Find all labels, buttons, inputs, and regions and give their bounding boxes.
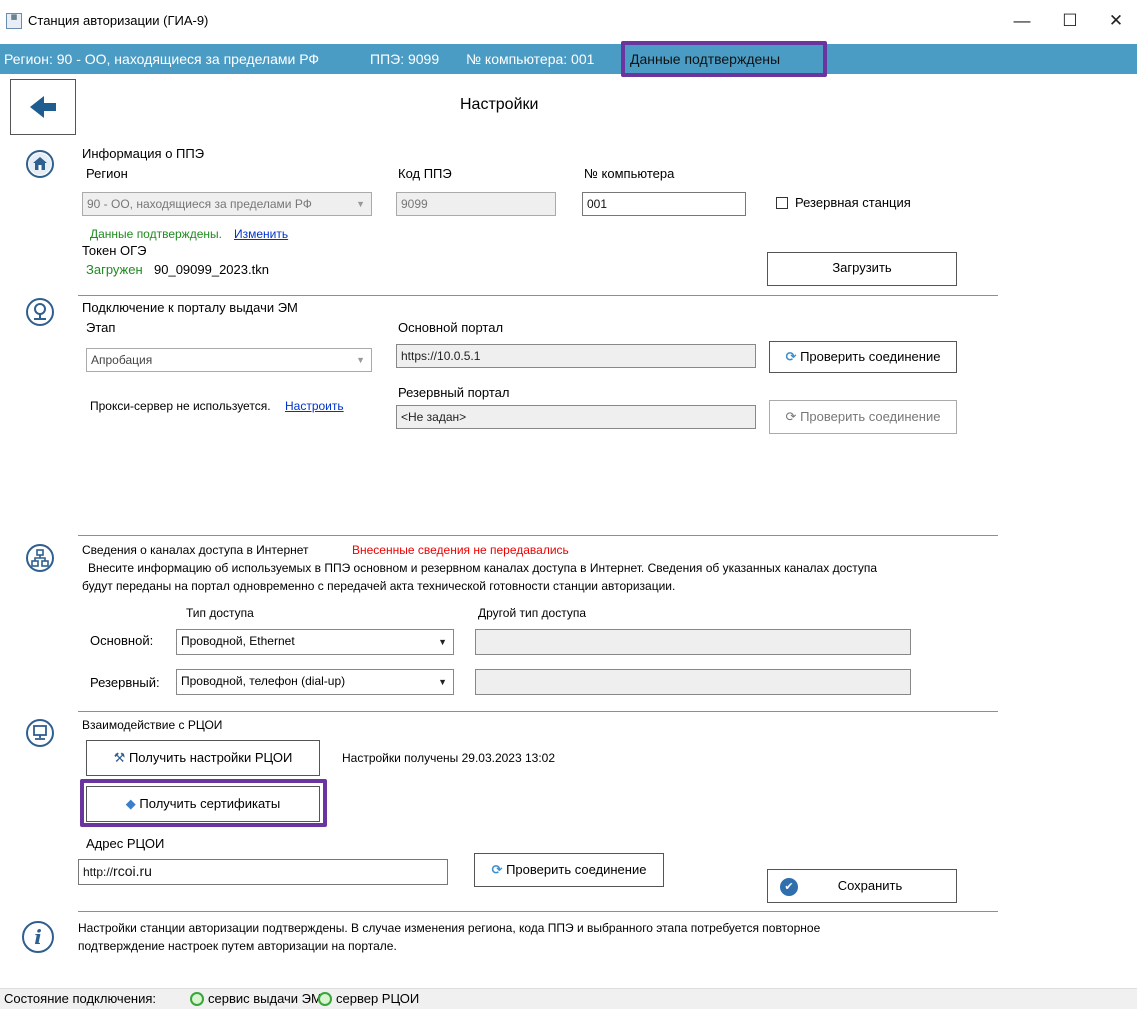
region-label: Регион bbox=[86, 166, 128, 181]
network-globe-icon bbox=[26, 298, 54, 326]
reserve-other-type-field[interactable] bbox=[475, 669, 911, 695]
main-access-type-select[interactable]: Проводной, Ethernet ▼ bbox=[176, 629, 454, 655]
checkmark-icon: ✔ bbox=[780, 878, 798, 896]
status-bar: Состояние подключения: сервис выдачи ЭМ … bbox=[0, 988, 1137, 1009]
page-title: Настройки bbox=[460, 96, 539, 113]
service-status-text: сервис выдачи ЭМ bbox=[208, 991, 322, 1006]
service-status-indicator bbox=[190, 992, 204, 1006]
change-link[interactable]: Изменить bbox=[234, 226, 288, 242]
back-button[interactable] bbox=[10, 79, 76, 135]
portal-heading: Подключение к порталу выдачи ЭМ bbox=[82, 300, 298, 315]
highlight-status bbox=[621, 41, 827, 77]
maximize-button[interactable]: ☐ bbox=[1050, 8, 1090, 34]
rcoi-address-label: Адрес РЦОИ bbox=[86, 836, 165, 851]
main-channel-label: Основной: bbox=[90, 633, 154, 648]
refresh-icon: ⟳ bbox=[785, 409, 797, 424]
network-structure-icon bbox=[26, 544, 54, 572]
main-other-type-field[interactable] bbox=[475, 629, 911, 655]
get-rcoi-settings-button[interactable]: ⚒ Получить настройки РЦОИ bbox=[86, 740, 320, 776]
minimize-button[interactable]: — bbox=[1002, 8, 1042, 34]
settings-received-text: Настройки получены 29.03.2023 13:02 bbox=[342, 751, 556, 765]
refresh-icon: ⟳ bbox=[491, 862, 503, 877]
load-token-button[interactable]: Загрузить bbox=[767, 252, 957, 286]
ppe-code-field[interactable]: 9099 bbox=[396, 192, 556, 216]
region-select[interactable]: 90 - ОО, находящиеся за пределами РФ ▼ bbox=[82, 192, 372, 216]
not-sent-warning: Внесенные сведения не передавались bbox=[352, 543, 569, 557]
token-label: Токен ОГЭ bbox=[82, 243, 147, 258]
server-status-text: сервер РЦОИ bbox=[336, 991, 420, 1006]
channels-heading: Сведения о каналах доступа в Интернет bbox=[82, 543, 309, 557]
stage-label: Этап bbox=[86, 320, 116, 335]
data-confirmed-text: Данные подтверждены. bbox=[90, 227, 222, 241]
channels-description-line1: Внесите информацию об используемых в ППЭ… bbox=[88, 561, 878, 575]
chevron-down-icon: ▼ bbox=[356, 355, 365, 365]
server-status-indicator bbox=[318, 992, 332, 1006]
reserve-portal-label: Резервный портал bbox=[398, 385, 510, 400]
title-bar: ▦ Станция авторизации (ГИА-9) — ☐ ✕ bbox=[0, 0, 1137, 44]
info-icon: i bbox=[22, 921, 54, 953]
separator bbox=[78, 295, 998, 296]
check-rcoi-connection-button[interactable]: ⟳ Проверить соединение bbox=[474, 853, 664, 887]
computer-icon bbox=[26, 719, 54, 747]
rcoi-address-field[interactable]: http://rcoi.ru bbox=[78, 859, 448, 885]
token-file: 90_09099_2023.tkn bbox=[154, 262, 269, 277]
chevron-down-icon: ▼ bbox=[356, 199, 365, 209]
stage-select[interactable]: Апробация ▼ bbox=[86, 348, 372, 372]
connection-status-label: Состояние подключения: bbox=[4, 991, 157, 1006]
ppe-info-heading: Информация о ППЭ bbox=[82, 146, 205, 161]
info-region: Регион: 90 - ОО, находящиеся за пределам… bbox=[4, 51, 320, 67]
chevron-down-icon: ▼ bbox=[438, 677, 447, 687]
reserve-station-label: Резервная станция bbox=[795, 195, 911, 210]
tools-icon: ⚒ bbox=[113, 750, 126, 765]
computer-number-field[interactable]: 001 bbox=[582, 192, 746, 216]
refresh-icon: ⟳ bbox=[785, 349, 797, 364]
check-reserve-portal-button[interactable]: ⟳ Проверить соединение bbox=[769, 400, 957, 434]
ppe-code-label: Код ППЭ bbox=[398, 166, 452, 181]
main-portal-field[interactable]: https://10.0.5.1 bbox=[396, 344, 756, 368]
access-type-header: Тип доступа bbox=[186, 606, 254, 620]
check-main-portal-button[interactable]: ⟳ Проверить соединение bbox=[769, 341, 957, 373]
proxy-settings-link[interactable]: Настроить bbox=[285, 398, 344, 414]
info-computer: № компьютера: 001 bbox=[466, 51, 595, 67]
reserve-station-checkbox[interactable] bbox=[776, 197, 788, 209]
note-line1: Настройки станции авторизации подтвержде… bbox=[78, 921, 821, 935]
separator bbox=[78, 535, 998, 536]
chevron-down-icon: ▼ bbox=[438, 637, 447, 647]
app-icon: ▦ bbox=[6, 13, 22, 29]
save-button[interactable]: ✔ Сохранить bbox=[767, 869, 957, 903]
channels-description-line2: будут переданы на портал одновременно с … bbox=[82, 579, 676, 593]
reserve-access-type-select[interactable]: Проводной, телефон (dial-up) ▼ bbox=[176, 669, 454, 695]
note-line2: подтверждение настроек путем авторизации… bbox=[78, 939, 397, 953]
window-title: Станция авторизации (ГИА-9) bbox=[28, 13, 209, 28]
info-ppe: ППЭ: 9099 bbox=[370, 51, 440, 67]
computer-number-label: № компьютера bbox=[584, 166, 675, 181]
home-icon bbox=[26, 150, 54, 178]
reserve-portal-field[interactable]: <Не задан> bbox=[396, 405, 756, 429]
highlight-certificates bbox=[80, 779, 327, 827]
proxy-text: Прокси-сервер не используется. bbox=[90, 399, 271, 413]
main-portal-label: Основной портал bbox=[398, 320, 504, 335]
reserve-channel-label: Резервный: bbox=[90, 675, 160, 690]
close-button[interactable]: ✕ bbox=[1096, 8, 1136, 34]
separator bbox=[78, 711, 998, 712]
rcoi-heading: Взаимодействие с РЦОИ bbox=[82, 718, 223, 732]
token-status: Загружен bbox=[86, 262, 143, 277]
arrow-left-icon bbox=[30, 96, 56, 118]
separator bbox=[78, 911, 998, 912]
other-access-type-header: Другой тип доступа bbox=[478, 606, 586, 620]
info-bar: Регион: 90 - ОО, находящиеся за пределам… bbox=[0, 44, 1137, 74]
